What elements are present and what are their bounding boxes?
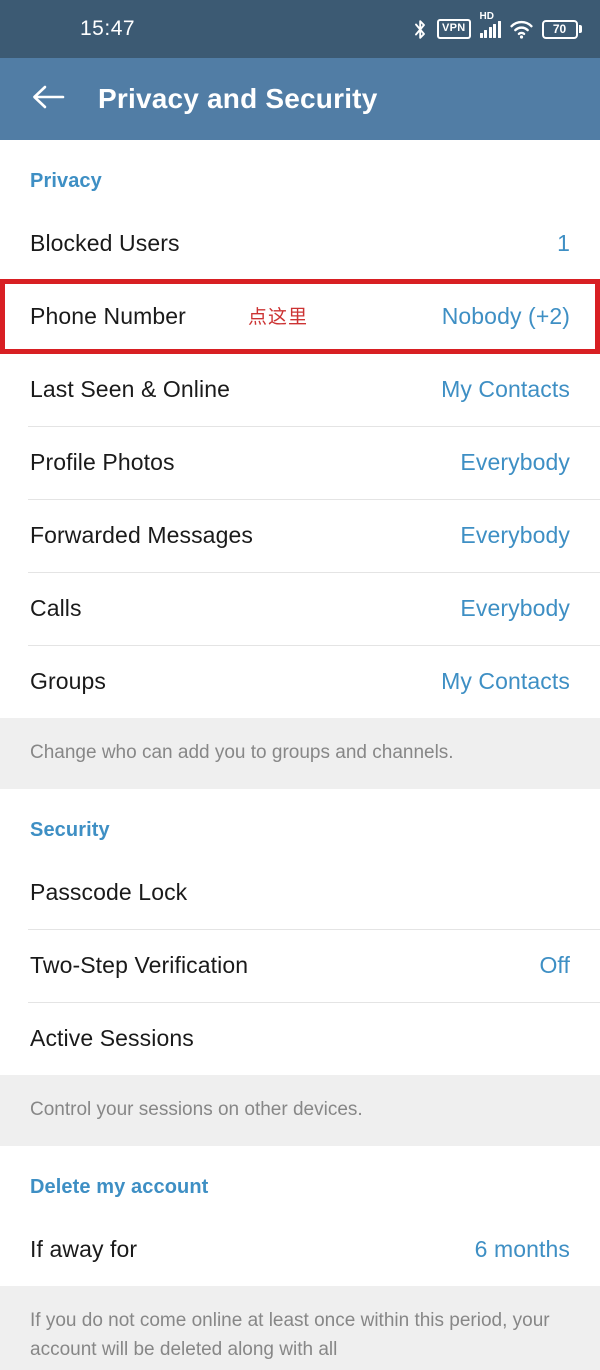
settings-list: Privacy Blocked Users 1 Phone Number 点这里… [0,140,600,1370]
row-label: Two-Step Verification [30,952,249,978]
setting-row-profile-photos[interactable]: Profile Photos Everybody [0,426,600,499]
row-value: Off [539,952,570,978]
row-value: 6 months [474,1236,570,1262]
section-footer-security: Control your sessions on other devices. [0,1075,600,1146]
section-header-privacy: Privacy [0,140,600,207]
back-arrow-icon [31,84,65,115]
page-title: Privacy and Security [98,83,378,114]
row-label: Blocked Users [30,230,180,256]
setting-row-phone-number[interactable]: Phone Number 点这里 Nobody (+2) [0,279,600,354]
row-value: Everybody [460,595,570,621]
setting-row-two-step-verification[interactable]: Two-Step Verification Off [0,929,600,1002]
row-label: Profile Photos [30,449,175,475]
row-label: Forwarded Messages [30,522,253,548]
app-screen: 15:47 VPN HD 70 Privacy and Security Pri… [0,0,600,1370]
setting-row-active-sessions[interactable]: Active Sessions [0,1002,600,1075]
row-label: Passcode Lock [30,879,188,905]
hd-icon: HD [479,11,501,38]
wifi-icon [509,20,533,39]
row-label: Last Seen & Online [30,376,230,402]
row-value: 1 [557,230,570,256]
section-header-delete-my-account: Delete my account [0,1146,600,1213]
section-footer-privacy: Change who can add you to groups and cha… [0,718,600,789]
status-bar-clock: 15:47 [80,17,136,40]
row-value: My Contacts [441,376,570,402]
setting-row-groups[interactable]: Groups My Contacts [0,645,600,718]
section-footer-delete-my-account: If you do not come online at least once … [0,1286,600,1370]
row-value: My Contacts [441,668,570,694]
back-button[interactable] [26,77,70,121]
signal-bars-icon [479,20,501,38]
row-value: Everybody [460,449,570,475]
row-label: Calls [30,595,82,621]
row-label: Active Sessions [30,1025,194,1051]
app-bar: Privacy and Security [0,58,600,140]
row-value: Nobody (+2) [441,303,570,329]
setting-row-blocked-users[interactable]: Blocked Users 1 [0,207,600,280]
bluetooth-icon [413,19,428,40]
status-bar-icons: VPN HD 70 [413,0,582,58]
setting-row-if-away-for[interactable]: If away for 6 months [0,1213,600,1286]
battery-icon: 70 [541,19,582,39]
row-label: Phone Number [30,303,186,329]
hd-label: HD [479,10,494,22]
status-bar: 15:47 VPN HD 70 [0,0,600,58]
setting-row-calls[interactable]: Calls Everybody [0,572,600,645]
setting-row-passcode-lock[interactable]: Passcode Lock [0,856,600,929]
vpn-icon: VPN [436,19,471,39]
battery-cap [579,25,582,33]
battery-level-label: 70 [541,19,578,39]
row-label: Groups [30,668,107,694]
setting-row-last-seen-online[interactable]: Last Seen & Online My Contacts [0,353,600,426]
setting-row-forwarded-messages[interactable]: Forwarded Messages Everybody [0,499,600,572]
section-header-security: Security [0,789,600,856]
row-value: Everybody [460,522,570,548]
row-label: If away for [30,1236,138,1262]
annotation-click-here-text: 点这里 [248,307,309,328]
